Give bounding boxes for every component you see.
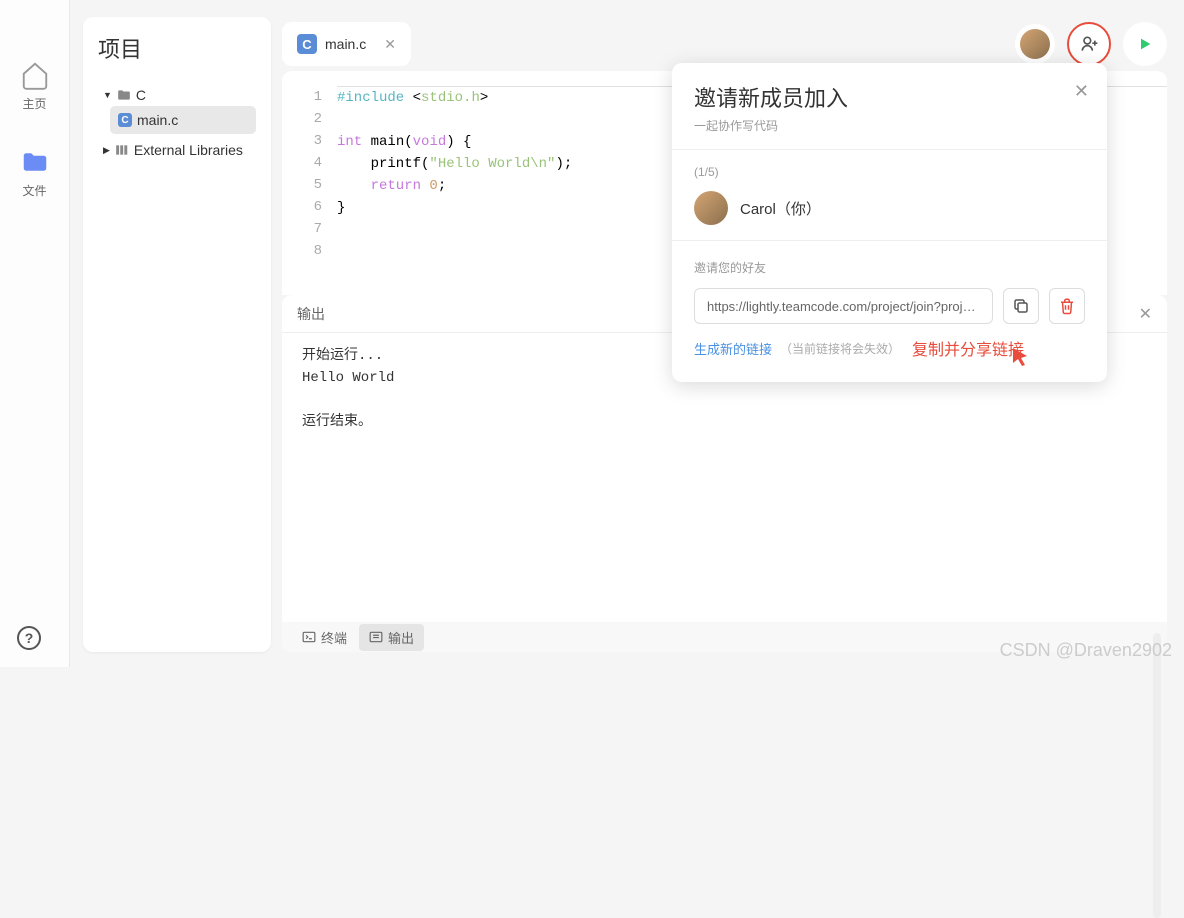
invite-row	[694, 288, 1085, 324]
invite-label: 邀请您的好友	[694, 259, 1085, 276]
tab-label: main.c	[325, 36, 366, 52]
tree-file-mainc[interactable]: C main.c	[110, 106, 256, 134]
close-icon[interactable]: ✕	[1139, 304, 1152, 324]
avatar-icon	[694, 191, 728, 225]
editor-tabs: C main.c ✕	[282, 22, 411, 66]
ext-libs-label: External Libraries	[134, 142, 243, 158]
dialog-close-icon[interactable]: ✕	[1074, 81, 1089, 102]
sidebar-nav: 主页 文件	[0, 0, 70, 667]
play-icon	[1137, 36, 1153, 52]
top-actions	[1015, 22, 1167, 66]
copy-icon	[1012, 297, 1030, 315]
bottom-tabs: 终端 输出	[282, 622, 1167, 652]
home-icon	[20, 60, 50, 90]
link-note: （当前链接将会失效）	[780, 340, 900, 357]
member-count: (1/5)	[694, 165, 1085, 179]
dialog-members: (1/5) Carol（你）	[672, 149, 1107, 240]
chevron-right-icon: ▶	[103, 145, 110, 156]
nav-home-label: 主页	[22, 95, 46, 112]
avatar-icon	[1020, 29, 1050, 59]
chevron-down-icon: ▼	[103, 90, 112, 100]
nav-files[interactable]: 文件	[20, 147, 50, 199]
user-avatar-button[interactable]	[1015, 24, 1055, 64]
c-file-icon: C	[297, 34, 317, 54]
tree-root[interactable]: ▼ C	[98, 84, 256, 106]
dialog-header: 邀请新成员加入 一起协作写代码 ✕	[672, 63, 1107, 149]
add-user-icon	[1079, 34, 1099, 54]
dialog-subtitle: 一起协作写代码	[694, 117, 1085, 134]
folder-icon	[20, 147, 50, 177]
tab-mainc[interactable]: C main.c ✕	[282, 22, 411, 66]
copy-share-label: 复制并分享链接	[912, 336, 1024, 360]
invite-url-input[interactable]	[694, 288, 993, 324]
cursor-arrow-icon	[1010, 346, 1030, 368]
project-title: 项目	[98, 32, 256, 64]
help-button[interactable]: ?	[17, 626, 41, 650]
tab-close-icon[interactable]: ✕	[384, 36, 396, 53]
c-file-icon: C	[118, 113, 132, 127]
invite-member-button[interactable]	[1067, 22, 1111, 66]
copy-button[interactable]	[1003, 288, 1039, 324]
member-name: Carol（你）	[740, 198, 821, 219]
trash-icon	[1058, 297, 1076, 315]
folder-icon	[117, 89, 131, 101]
scrollbar[interactable]	[1153, 633, 1161, 918]
member-row: Carol（你）	[694, 191, 1085, 225]
output-icon	[369, 631, 383, 643]
dialog-title: 邀请新成员加入	[694, 81, 1085, 113]
root-label: C	[136, 87, 146, 103]
nav-files-label: 文件	[22, 182, 46, 199]
tree-external-libs[interactable]: ▶ External Libraries	[98, 139, 256, 161]
project-panel: 项目 ▼ C C main.c ▶ External Libraries	[83, 17, 271, 652]
delete-button[interactable]	[1049, 288, 1085, 324]
dialog-invite-section: 邀请您的好友 生成新的链接 （当前链接将会失效） 复制并分享链接	[672, 240, 1107, 382]
invite-dialog: 邀请新成员加入 一起协作写代码 ✕ (1/5) Carol（你） 邀请您的好友 …	[672, 63, 1107, 382]
tab-output[interactable]: 输出	[359, 624, 424, 651]
file-label: main.c	[137, 112, 178, 128]
terminal-icon	[302, 631, 316, 643]
generate-link[interactable]: 生成新的链接	[694, 339, 772, 358]
invite-footer: 生成新的链接 （当前链接将会失效） 复制并分享链接	[694, 336, 1085, 360]
tab-terminal[interactable]: 终端	[292, 624, 357, 651]
run-button[interactable]	[1123, 22, 1167, 66]
library-icon	[115, 144, 129, 156]
line-gutter: 12345678	[282, 86, 337, 280]
output-title: 输出	[297, 304, 325, 324]
nav-home[interactable]: 主页	[20, 60, 50, 112]
